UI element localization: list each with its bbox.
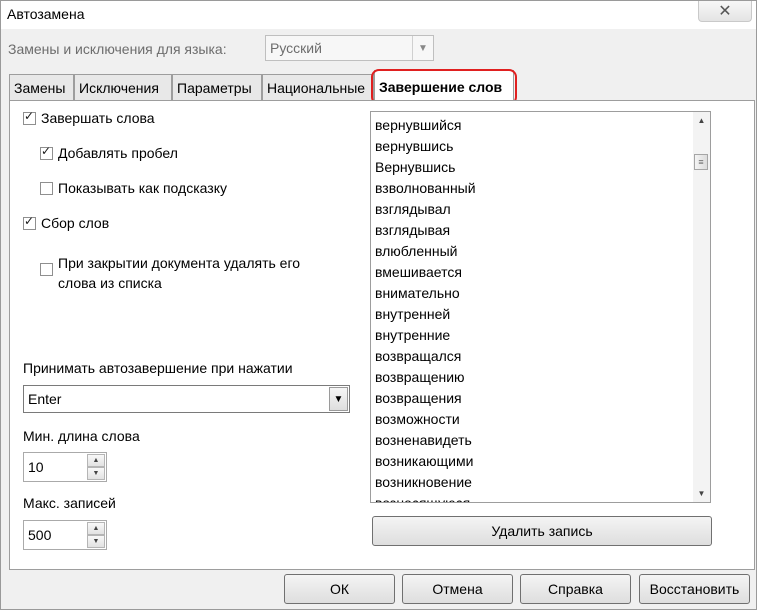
list-item[interactable]: вернувшись [375,136,476,157]
tab-localized[interactable]: Национальные [262,74,374,100]
spin-up-icon[interactable]: ▲ [87,522,105,535]
checkbox-box-icon[interactable] [40,182,53,195]
checkbox-box-icon[interactable] [40,263,53,276]
list-item[interactable]: внутренней [375,304,476,325]
list-item[interactable]: Вернувшись [375,157,476,178]
min-length-spinner[interactable]: 10 ▲ ▼ [23,452,107,482]
cancel-button[interactable]: Отмена [402,574,513,604]
show-as-tip-checkbox[interactable]: Показывать как подсказку [40,180,227,196]
list-item[interactable]: возвращался [375,346,476,367]
ok-button[interactable]: ОК [284,574,395,604]
collect-words-label: Сбор слов [41,215,110,231]
close-button[interactable]: ✕ [698,1,752,22]
list-item[interactable]: вернувшийся [375,115,476,136]
min-length-value: 10 [28,459,44,475]
list-item[interactable]: внимательно [375,283,476,304]
tab-exceptions[interactable]: Исключения [74,74,172,100]
list-item[interactable]: возвращению [375,367,476,388]
list-item[interactable]: возвращения [375,388,476,409]
list-item[interactable]: вмешивается [375,262,476,283]
spin-up-icon[interactable]: ▲ [87,454,105,467]
title-bar: Автозамена ✕ [1,1,756,29]
list-item[interactable]: взволнованный [375,178,476,199]
tab-replace[interactable]: Замены [9,74,74,100]
list-item[interactable]: возможности [375,409,476,430]
max-entries-spinner[interactable]: 500 ▲ ▼ [23,520,107,550]
tab-options[interactable]: Параметры [172,74,262,100]
chevron-down-icon[interactable]: ▼ [329,387,348,411]
language-value: Русский [270,40,322,56]
language-label: Замены и исключения для языка: [8,41,227,57]
list-item[interactable]: возносящуюся [375,493,476,502]
scroll-down-icon[interactable]: ▼ [693,485,710,502]
list-item[interactable]: возненавидеть [375,430,476,451]
check-icon[interactable] [40,144,53,160]
accept-key-label: Принимать автозавершение при нажатии [23,360,293,376]
accept-key-select[interactable]: Enter ▼ [23,385,350,413]
max-entries-label: Макс. записей [23,495,116,511]
show-as-tip-label: Показывать как подсказку [58,180,227,196]
word-list-items: вернувшийся вернувшись Вернувшись взволнова… [375,115,476,502]
list-item[interactable]: взглядывая [375,220,476,241]
close-icon: ✕ [718,3,732,20]
list-item[interactable]: взглядывал [375,199,476,220]
list-item[interactable]: влюбленный [375,241,476,262]
remove-on-close-label: При закрытии документа удалять его слова… [58,255,301,291]
spin-down-icon[interactable]: ▼ [87,467,105,480]
help-button[interactable]: Справка [520,574,631,604]
language-select[interactable]: Русский ▼ [265,35,434,61]
scroll-up-icon[interactable]: ▲ [693,112,710,129]
window-title: Автозамена [7,6,85,22]
autocorrect-dialog: Автозамена ✕ Замены и исключения для язы… [0,0,757,610]
complete-words-checkbox[interactable]: Завершать слова [23,109,155,126]
chevron-down-icon[interactable]: ▼ [412,36,433,60]
list-item[interactable]: возникновение [375,472,476,493]
delete-entry-button[interactable]: Удалить запись [372,516,712,546]
complete-words-label: Завершать слова [41,110,155,126]
max-entries-value: 500 [28,527,52,543]
append-space-checkbox[interactable]: Добавлять пробел [40,144,178,161]
list-item[interactable]: внутренние [375,325,476,346]
accept-key-value: Enter [28,391,62,407]
language-row: Замены и исключения для языка: Русский ▼ [1,29,756,71]
remove-on-close-checkbox[interactable]: При закрытии документа удалять его слова… [40,253,300,293]
scroll-thumb[interactable]: ≡ [694,154,708,170]
list-scrollbar[interactable]: ▲ ≡ ▼ [693,112,710,502]
check-icon[interactable] [23,214,36,230]
spin-down-icon[interactable]: ▼ [87,535,105,548]
collect-words-checkbox[interactable]: Сбор слов [23,214,110,231]
collected-words-list[interactable]: вернувшийся вернувшись Вернувшись взволнова… [370,111,711,503]
append-space-label: Добавлять пробел [58,145,178,161]
check-icon[interactable] [23,109,36,125]
list-item[interactable]: возникающими [375,451,476,472]
reset-button[interactable]: Восстановить [639,574,750,604]
min-length-label: Мин. длина слова [23,428,140,444]
